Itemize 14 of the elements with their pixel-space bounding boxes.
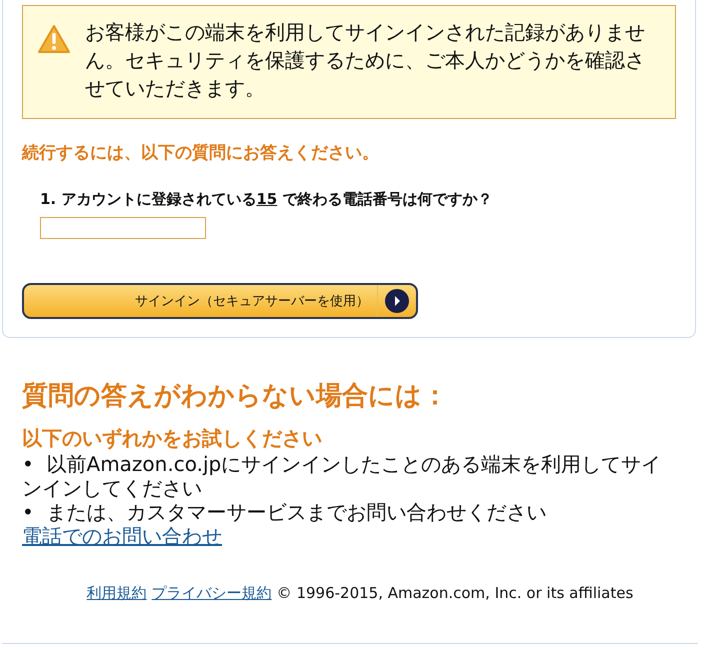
- help-subheading: 以下のいずれかをお試しください: [22, 425, 323, 452]
- footer-link[interactable]: プライバシー規約: [152, 584, 272, 602]
- help-heading: 質問の答えがわからない場合には：: [22, 380, 449, 413]
- copyright-text: © 1996-2015, Amazon.com, Inc. or its affiliates: [276, 584, 634, 602]
- phone-contact-link[interactable]: 電話でのお問い合わせ: [22, 524, 222, 548]
- footer-link[interactable]: 利用規約: [86, 584, 147, 602]
- question-text: 1. アカウントに登録されている15 で終わる電話番号は何ですか？: [40, 190, 494, 209]
- warning-icon: [37, 24, 71, 54]
- alert-message: お客様がこの端末を利用してサインインされた記録がありません。セキュリティを保護するために、ご本人かどうかを確認させていただきます。: [85, 19, 646, 102]
- answer-field[interactable]: [40, 217, 206, 239]
- signin-button[interactable]: サインイン（セキュアサーバーを使用）: [22, 283, 418, 319]
- help-item: • または、カスタマーサービスまでお問い合わせください 電話でのお問い合わせ: [22, 500, 548, 548]
- instruction-heading: 続行するには、以下の質問にお答えください。: [22, 142, 380, 164]
- help-item: • 以前Amazon.co.jpにサインインしたことのある端末を利用してサインインしてください: [22, 452, 662, 500]
